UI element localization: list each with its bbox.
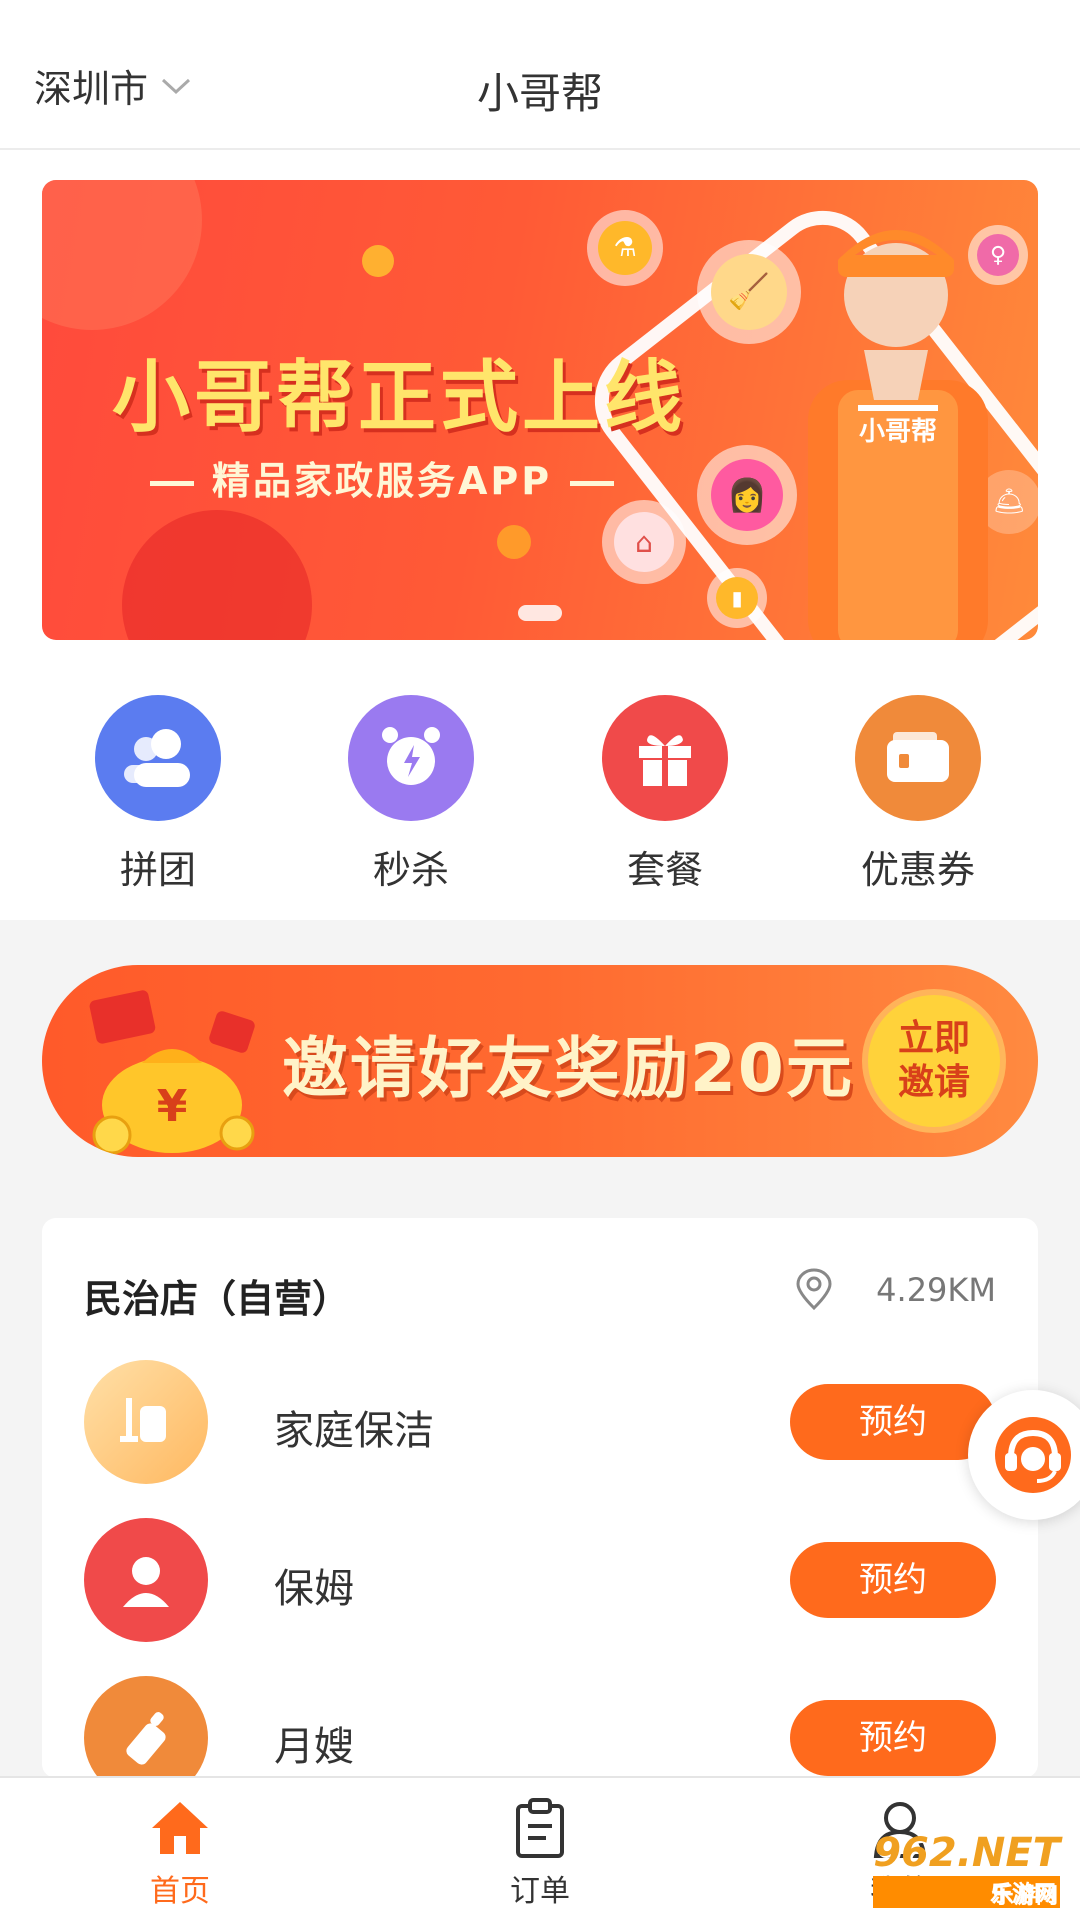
bottle-bubble-icon: ▮ xyxy=(707,568,767,628)
wallet-icon xyxy=(855,695,981,821)
banner-subtitle: 精品家政服务APP xyxy=(132,450,632,505)
nanny-icon xyxy=(84,1518,208,1642)
spray-bubble-icon: ⚗ xyxy=(587,210,663,286)
money-bag-icon: ¥ xyxy=(89,990,255,1155)
quick-link-package[interactable]: 套餐 xyxy=(565,695,765,894)
store-distance: 4.29KM xyxy=(792,1268,996,1312)
invite-banner[interactable]: ¥ 邀请好友奖励20元 立即 邀请 xyxy=(42,965,1038,1157)
cleaning-icon xyxy=(84,1360,208,1484)
worker-illustration: 小哥帮 xyxy=(808,230,988,640)
quick-link-group[interactable]: 拼团 xyxy=(58,695,258,894)
service-row: 保姆 预约 xyxy=(84,1518,996,1646)
nav-label: 首页 xyxy=(150,1874,210,1909)
quick-link-label: 套餐 xyxy=(626,848,703,892)
service-row: 家庭保洁 预约 xyxy=(84,1360,996,1488)
watermark-logo: 962.NET 乐游网 xyxy=(873,1830,1060,1908)
book-button[interactable]: 预约 xyxy=(790,1384,996,1460)
nav-orders[interactable]: 订单 xyxy=(440,1798,640,1910)
invite-button-line2: 邀请 xyxy=(897,1062,970,1103)
service-name: 保姆 xyxy=(274,1566,354,1612)
gift-icon xyxy=(602,695,728,821)
watermark-sub: 乐游网 xyxy=(873,1876,1060,1908)
banner-headline: 小哥帮正式上线 xyxy=(112,353,687,443)
quick-link-label: 优惠券 xyxy=(860,848,975,892)
book-button[interactable]: 预约 xyxy=(790,1542,996,1618)
page-title: 小哥帮 xyxy=(476,69,603,118)
decor-dot xyxy=(362,245,394,277)
nav-label: 订单 xyxy=(510,1874,570,1909)
quick-link-label: 秒杀 xyxy=(372,848,449,892)
group-icon xyxy=(95,695,221,821)
alarm-clock-icon xyxy=(348,695,474,821)
order-icon xyxy=(516,1798,564,1858)
location-pin-icon xyxy=(796,1268,832,1311)
watermark-brand: 962.NET xyxy=(873,1830,1060,1876)
store-card: 民治店（自营） 4.29KM 家庭保洁 预约 保姆 预约 月嫂 预约 xyxy=(42,1218,1038,1800)
bottom-nav: 首页 订单 我的 962.NET 乐游网 xyxy=(0,1776,1080,1920)
nav-home[interactable]: 首页 xyxy=(80,1798,280,1910)
quick-links: 拼团 秒杀 套餐 优惠券 xyxy=(0,695,1080,895)
decor-circle xyxy=(122,510,312,640)
promo-banner[interactable]: 小哥帮正式上线 精品家政服务APP ⚗ 🧹 ♀ 👩 ⌂ ▮ ☺ 🛎 小哥帮 xyxy=(42,180,1038,640)
invite-text: 邀请好友奖励20元 xyxy=(282,1030,854,1107)
decor-dot xyxy=(497,525,531,559)
service-name: 月嫂 xyxy=(274,1724,354,1770)
service-name: 家庭保洁 xyxy=(274,1408,434,1454)
quick-link-label: 拼团 xyxy=(119,848,196,892)
apron-badge-text: 小哥帮 xyxy=(859,417,937,447)
decor-circle xyxy=(42,180,202,330)
quick-link-coupon[interactable]: 优惠券 xyxy=(818,695,1018,894)
distance-value: 4.29KM xyxy=(876,1271,996,1309)
home-icon xyxy=(152,1802,208,1854)
store-name: 民治店（自营） xyxy=(84,1277,351,1321)
quick-link-flash-sale[interactable]: 秒杀 xyxy=(311,695,511,894)
invite-now-button[interactable]: 立即 邀请 xyxy=(868,995,1000,1127)
svg-text:¥: ¥ xyxy=(157,1081,188,1132)
invite-button-line1: 立即 xyxy=(897,1018,970,1059)
carousel-indicator[interactable] xyxy=(518,605,562,621)
home-bubble-icon: ⌂ xyxy=(602,500,686,584)
app-header: 深圳市 小哥帮 xyxy=(0,0,1080,150)
headset-icon xyxy=(995,1417,1071,1493)
book-button[interactable]: 预约 xyxy=(790,1700,996,1776)
